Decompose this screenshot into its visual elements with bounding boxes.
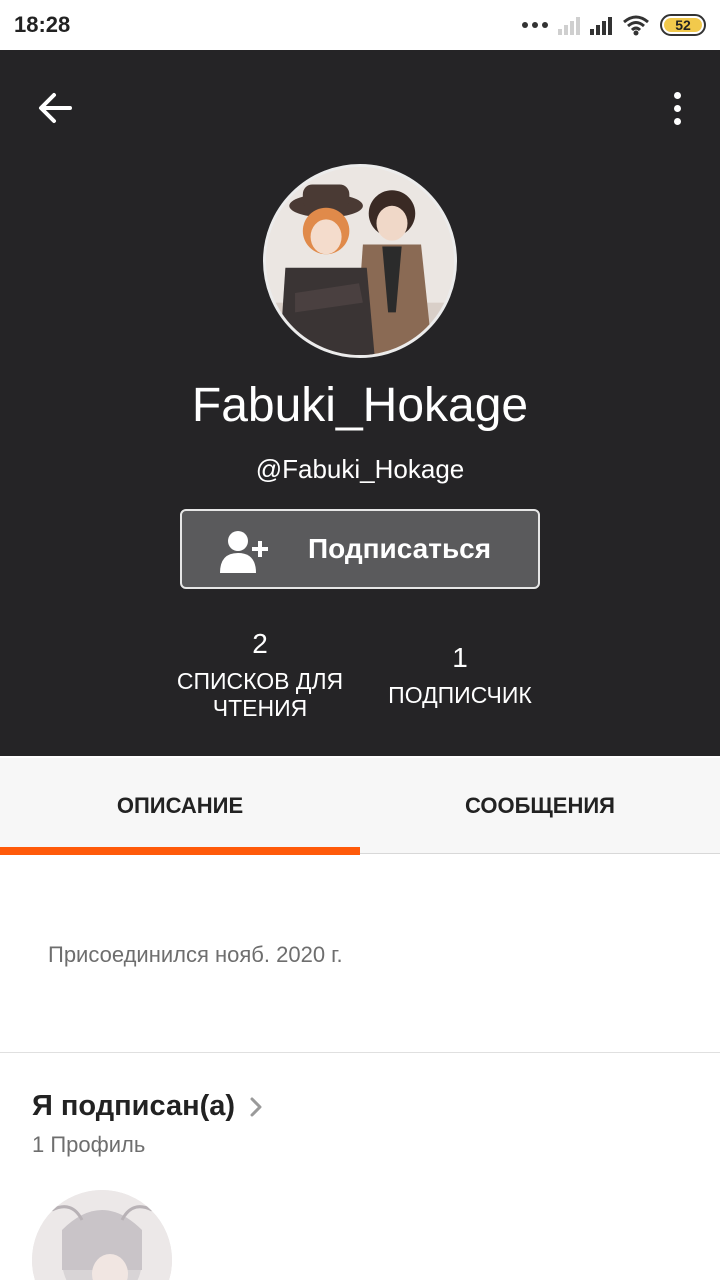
- profile-avatar: [263, 164, 457, 358]
- display-name: Fabuki_Hokage: [191, 379, 529, 432]
- avatar-image: [266, 167, 454, 355]
- reading-lists-label-line1: СПИСКОВ ДЛЯ: [176, 668, 344, 694]
- tab-messages[interactable]: СООБЩЕНИЯ: [360, 758, 720, 854]
- followers-count: 1: [452, 642, 468, 673]
- username: @Fabuki_Hokage: [255, 454, 465, 484]
- wifi-icon: [623, 15, 649, 36]
- add-user-icon: [220, 531, 268, 573]
- reading-lists-count: 2: [252, 628, 268, 659]
- follow-button[interactable]: Подписаться: [180, 509, 540, 589]
- followed-avatar-image: [32, 1190, 172, 1280]
- profile-header: Fabuki_Hokage @Fabuki_Hokage Подписаться…: [0, 50, 720, 756]
- signal-weak-icon: [558, 15, 580, 35]
- following-count: 1 Профиль: [32, 1132, 146, 1157]
- notification-dots-icon: [522, 22, 548, 28]
- reading-lists-label: СПИСКОВ ДЛЯ ЧТЕНИЯ: [160, 668, 360, 722]
- tab-description[interactable]: ОПИСАНИЕ: [0, 758, 360, 855]
- joined-date: Присоединился нояб. 2020 г.: [48, 942, 343, 967]
- following-title: Я подписан(а): [32, 1090, 236, 1122]
- battery-level: 52: [664, 17, 702, 33]
- followers-stat[interactable]: 1 ПОДПИСЧИК: [360, 642, 560, 709]
- section-divider: [0, 1052, 720, 1053]
- following-section-header[interactable]: Я подписан(а): [32, 1090, 263, 1123]
- reading-lists-stat[interactable]: 2 СПИСКОВ ДЛЯ ЧТЕНИЯ: [160, 628, 360, 722]
- arrow-left-icon: [39, 93, 72, 123]
- signal-icon: [590, 15, 612, 35]
- battery-icon: 52: [660, 14, 706, 36]
- more-options-button[interactable]: [662, 86, 692, 130]
- chevron-right-icon: [250, 1097, 262, 1116]
- reading-lists-label-line2: ЧТЕНИЯ: [212, 695, 308, 721]
- followers-label: ПОДПИСЧИК: [388, 682, 532, 708]
- status-icons: 52: [522, 14, 706, 36]
- profile-tabs: ОПИСАНИЕ СООБЩЕНИЯ: [0, 758, 720, 855]
- status-time: 18:28: [14, 12, 71, 37]
- follow-button-label: Подписаться: [308, 533, 492, 564]
- status-bar: 18:28 52: [0, 0, 720, 50]
- more-vertical-icon: [673, 91, 681, 99]
- back-button[interactable]: [34, 86, 78, 130]
- followed-profile-avatar[interactable]: [32, 1190, 172, 1280]
